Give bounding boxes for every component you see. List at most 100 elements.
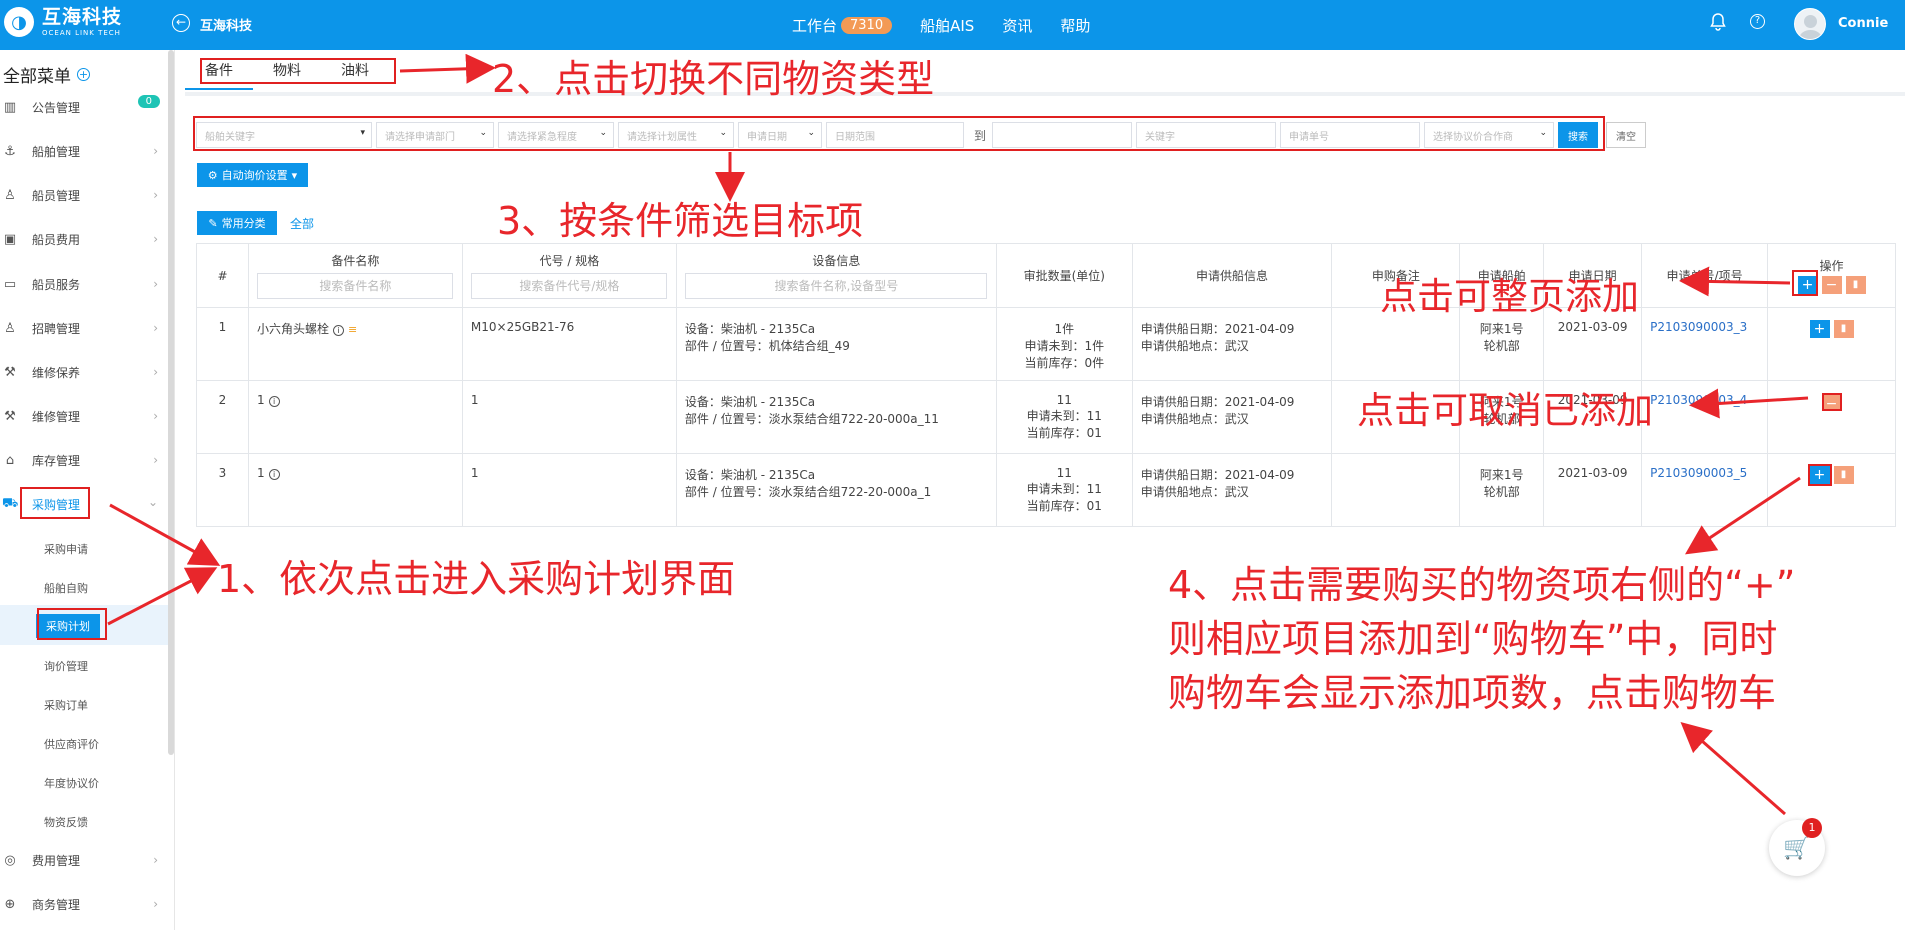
auto-inquiry-label: 自动询价设置 [221, 170, 288, 182]
col-actions: 操作 + − ▮ [1767, 243, 1896, 308]
row-apply-no-cell: P2103090003_5 [1641, 453, 1769, 527]
chevron-down-icon: ⌄ [147, 495, 158, 509]
remove-page-button[interactable]: − [1821, 276, 1842, 294]
chevron-right-icon: › [153, 853, 158, 867]
sidebar-item-ship[interactable]: ⚓ 船舶管理 › [0, 132, 168, 170]
col-apply-no: 申请单号/项号 [1641, 243, 1769, 308]
col-device: 设备信息 搜索备件名称,设备型号 [675, 243, 997, 308]
sidebar-item-crew-service[interactable]: ▭ 船员服务 › [0, 265, 168, 303]
row-supply-place: 申请供船地点：武汉 [1140, 485, 1249, 499]
submenu-feedback[interactable]: 物资反馈 [44, 814, 88, 830]
auto-inquiry-button[interactable]: ⚙ 自动询价设置 ▾ [197, 163, 308, 187]
row-apply-no[interactable]: P2103090003_4 [1650, 393, 1747, 407]
common-category-button[interactable]: ✎ 常用分类 [197, 211, 277, 235]
row-part: 部件 / 位置号：淡水泵结合组722-20-000a_11 [684, 412, 939, 426]
submenu-supplier-eval[interactable]: 供应商评价 [44, 736, 99, 752]
submenu-ship-purchase[interactable]: 船舶自购 [44, 580, 88, 596]
row-apply-no-cell: P2103090003_4 [1641, 380, 1769, 454]
person-icon: ♙ [4, 320, 16, 336]
info-icon[interactable]: i [332, 325, 344, 336]
all-link[interactable]: 全部 [290, 215, 314, 232]
info-icon[interactable]: i [268, 396, 280, 407]
col-index: # [196, 243, 249, 308]
col-name: 备件名称 搜索备件名称 [247, 243, 463, 308]
chevron-right-icon: › [153, 232, 158, 246]
tag-icon[interactable]: ≡ [348, 323, 357, 336]
add-menu-icon[interactable]: + [77, 68, 90, 81]
clear-button[interactable]: 清空 [1606, 122, 1647, 148]
sidebar-item-inventory[interactable]: ⌂ 库存管理 › [0, 441, 168, 479]
row-device-cell: 设备：柴油机 - 2135Ca 部件 / 位置号：机体结合组_49 [675, 307, 997, 381]
device-search-input[interactable]: 搜索备件名称,设备型号 [685, 273, 988, 299]
avatar[interactable] [1794, 8, 1826, 40]
annotation-step-3: 3、按条件筛选目标项 [497, 199, 864, 243]
tabs-divider [185, 92, 1905, 96]
row-qty-pending: 申请未到：1件 [1024, 339, 1105, 353]
row-apply-no[interactable]: P2103090003_5 [1650, 466, 1747, 480]
sidebar-scrollbar[interactable] [168, 50, 174, 755]
annotation-step-1: 1、依次点击进入采购计划界面 [217, 557, 736, 601]
nav-workbench[interactable]: 工作台 7310 [792, 15, 893, 36]
nav-help[interactable]: 帮助 [1060, 15, 1090, 36]
sidebar-item-label: 船员服务 [32, 277, 81, 292]
sidebar-item-label: 维修管理 [32, 409, 81, 424]
logo-title: 互海科技 [42, 5, 123, 28]
row-name-cell: 1i [247, 453, 463, 527]
col-actions-label: 操作 [1819, 259, 1844, 273]
row-apply-no[interactable]: P2103090003_3 [1650, 320, 1747, 334]
annotation-step-4-line2: 则相应项目添加到“购物车”中，同时 [1168, 617, 1778, 661]
top-nav: 工作台 7310 船舶AIS 资讯 帮助 [792, 0, 1118, 50]
delete-row-button[interactable]: ▮ [1833, 466, 1854, 484]
row-device-cell: 设备：柴油机 - 2135Ca 部件 / 位置号：淡水泵结合组722-20-00… [675, 380, 997, 454]
row-index: 2 [196, 380, 249, 454]
anchor-icon: ⚓ [4, 143, 16, 159]
nav-news[interactable]: 资讯 [1002, 15, 1032, 36]
add-page-highlight-box [1792, 270, 1818, 296]
row-dept: 轮机部 [1483, 485, 1520, 499]
name-search-input[interactable]: 搜索备件名称 [257, 273, 454, 299]
submenu-inquiry[interactable]: 询价管理 [44, 658, 88, 674]
info-icon[interactable]: i [268, 469, 280, 480]
nav-ais[interactable]: 船舶AIS [920, 15, 974, 36]
sidebar-item-business[interactable]: ⊕ 商务管理 › [0, 885, 168, 923]
chevron-right-icon: › [153, 897, 158, 911]
menu-header-label: 全部菜单 [3, 67, 71, 87]
add-to-cart-button[interactable]: + [1807, 464, 1832, 486]
sidebar-item-notice[interactable]: ▥ 公告管理 0 [0, 88, 168, 126]
sidebar-item-label: 船员管理 [32, 188, 81, 203]
back-icon[interactable]: ← [172, 14, 190, 32]
help-icon[interactable]: ? [1750, 14, 1765, 29]
app-logo[interactable]: ◑ 互海科技 OCEAN LINK TECH [4, 7, 122, 37]
sidebar-item-crew-cost[interactable]: ▣ 船员费用 › [0, 220, 168, 258]
wrench-icon: ⚒ [4, 408, 16, 424]
code-search-input[interactable]: 搜索备件代号/规格 [471, 273, 668, 299]
filter-highlight-box [193, 116, 1605, 151]
bell-icon[interactable] [1708, 12, 1728, 32]
logo-icon: ◑ [4, 7, 34, 37]
remove-from-cart-button[interactable]: − [1821, 393, 1842, 412]
delete-page-button[interactable]: ▮ [1845, 276, 1866, 294]
annotation-step-2: 2、点击切换不同物资类型 [492, 57, 935, 101]
username[interactable]: Connie [1838, 16, 1888, 31]
table-row: 1 小六角头螺栓 i ≡ M10×25GB21-76 设备：柴油机 - 2135Ca… [196, 307, 1896, 381]
submenu-purchase-request[interactable]: 采购申请 [44, 541, 88, 557]
add-to-cart-button[interactable]: + [1809, 320, 1830, 338]
delete-row-button[interactable]: ▮ [1833, 320, 1854, 338]
row-qty-cell: 1件 申请未到：1件 当前库存：0件 [995, 307, 1133, 381]
row-device: 设备：柴油机 - 2135Ca [684, 395, 816, 409]
submenu-annual-price[interactable]: 年度协议价 [44, 775, 99, 791]
sidebar-item-repair[interactable]: ⚒ 维修管理 › [0, 397, 168, 435]
row-ship: 阿来1号 [1479, 468, 1524, 482]
book-icon: ▥ [3, 99, 17, 115]
sidebar-item-recruit[interactable]: ♙ 招聘管理 › [0, 309, 168, 347]
submenu-purchase-order[interactable]: 采购订单 [44, 697, 88, 713]
row-qty-stock: 当前库存：01 [1026, 499, 1102, 513]
sidebar-item-expense[interactable]: ◎ 费用管理 › [0, 841, 168, 879]
chevron-right-icon: › [153, 188, 158, 202]
row-ship-cell: 阿来1号 轮机部 [1459, 453, 1545, 527]
sidebar-item-maintenance[interactable]: ⚒ 维修保养 › [0, 353, 168, 391]
col-qty: 审批数量(单位) [995, 243, 1133, 308]
tabs-highlight-box [200, 58, 396, 84]
sidebar-item-crew[interactable]: ♙ 船员管理 › [0, 176, 168, 214]
cart-count-badge: 1 [1802, 818, 1822, 838]
